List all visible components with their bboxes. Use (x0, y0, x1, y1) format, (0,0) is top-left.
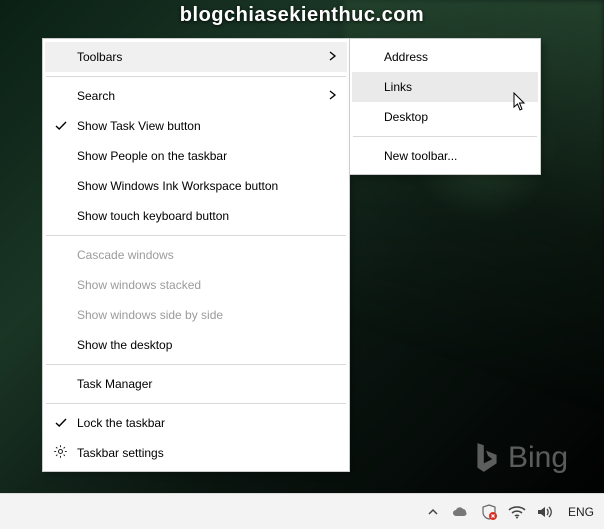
menu-item-show-task-view[interactable]: Show Task View button (45, 111, 347, 141)
menu-item-cascade-windows: Cascade windows (45, 240, 347, 270)
menu-item-task-manager[interactable]: Task Manager (45, 369, 347, 399)
menu-item-label: Task Manager (77, 377, 152, 391)
menu-separator (46, 364, 346, 365)
submenu-item-desktop[interactable]: Desktop (352, 102, 538, 132)
menu-item-label: Links (384, 80, 412, 94)
menu-item-show-people[interactable]: Show People on the taskbar (45, 141, 347, 171)
menu-item-taskbar-settings[interactable]: Taskbar settings (45, 438, 347, 468)
menu-item-search[interactable]: Search (45, 81, 347, 111)
taskbar[interactable]: ENG (0, 493, 604, 529)
menu-item-label: Show the desktop (77, 338, 172, 352)
menu-item-label: Show windows stacked (77, 278, 201, 292)
menu-item-show-ink[interactable]: Show Windows Ink Workspace button (45, 171, 347, 201)
menu-item-label: Desktop (384, 110, 428, 124)
menu-item-label: Show Task View button (77, 119, 201, 133)
submenu-item-address[interactable]: Address (352, 42, 538, 72)
menu-item-stacked: Show windows stacked (45, 270, 347, 300)
bing-label: Bing (508, 441, 568, 475)
check-icon (54, 416, 68, 430)
menu-item-label: Show Windows Ink Workspace button (77, 179, 278, 193)
language-indicator[interactable]: ENG (564, 505, 598, 519)
menu-item-label: Search (77, 89, 115, 103)
menu-item-label: Show People on the taskbar (77, 149, 227, 163)
menu-item-label: Cascade windows (77, 248, 174, 262)
menu-item-label: Lock the taskbar (77, 416, 165, 430)
menu-item-lock-taskbar[interactable]: Lock the taskbar (45, 408, 347, 438)
menu-item-side-by-side: Show windows side by side (45, 300, 347, 330)
menu-separator (46, 235, 346, 236)
submenu-arrow-icon (329, 50, 337, 64)
submenu-item-new-toolbar[interactable]: New toolbar... (352, 141, 538, 171)
system-tray: ENG (424, 503, 598, 521)
onedrive-icon[interactable] (452, 503, 470, 521)
security-warning-icon[interactable] (480, 503, 498, 521)
menu-item-label: Toolbars (77, 50, 122, 64)
menu-separator (46, 76, 346, 77)
menu-item-label: Address (384, 50, 428, 64)
bing-logo: Bing (474, 441, 568, 475)
menu-item-toolbars[interactable]: Toolbars (45, 42, 347, 72)
submenu-arrow-icon (329, 89, 337, 103)
menu-item-show-desktop[interactable]: Show the desktop (45, 330, 347, 360)
watermark-text: blogchiasekienthuc.com (180, 4, 424, 27)
taskbar-context-menu: Toolbars Search Show Task View button Sh… (42, 38, 350, 472)
bing-icon (474, 441, 500, 475)
tray-overflow-icon[interactable] (424, 503, 442, 521)
gear-icon (53, 444, 68, 462)
menu-item-label: Show touch keyboard button (77, 209, 229, 223)
menu-item-show-touch-keyboard[interactable]: Show touch keyboard button (45, 201, 347, 231)
volume-icon[interactable] (536, 503, 554, 521)
menu-separator (353, 136, 537, 137)
wifi-icon[interactable] (508, 503, 526, 521)
menu-item-label: Taskbar settings (77, 446, 164, 460)
menu-item-label: New toolbar... (384, 149, 457, 163)
check-icon (54, 119, 68, 133)
menu-separator (46, 403, 346, 404)
toolbars-submenu: Address Links Desktop New toolbar... (349, 38, 541, 175)
submenu-item-links[interactable]: Links (352, 72, 538, 102)
menu-item-label: Show windows side by side (77, 308, 223, 322)
